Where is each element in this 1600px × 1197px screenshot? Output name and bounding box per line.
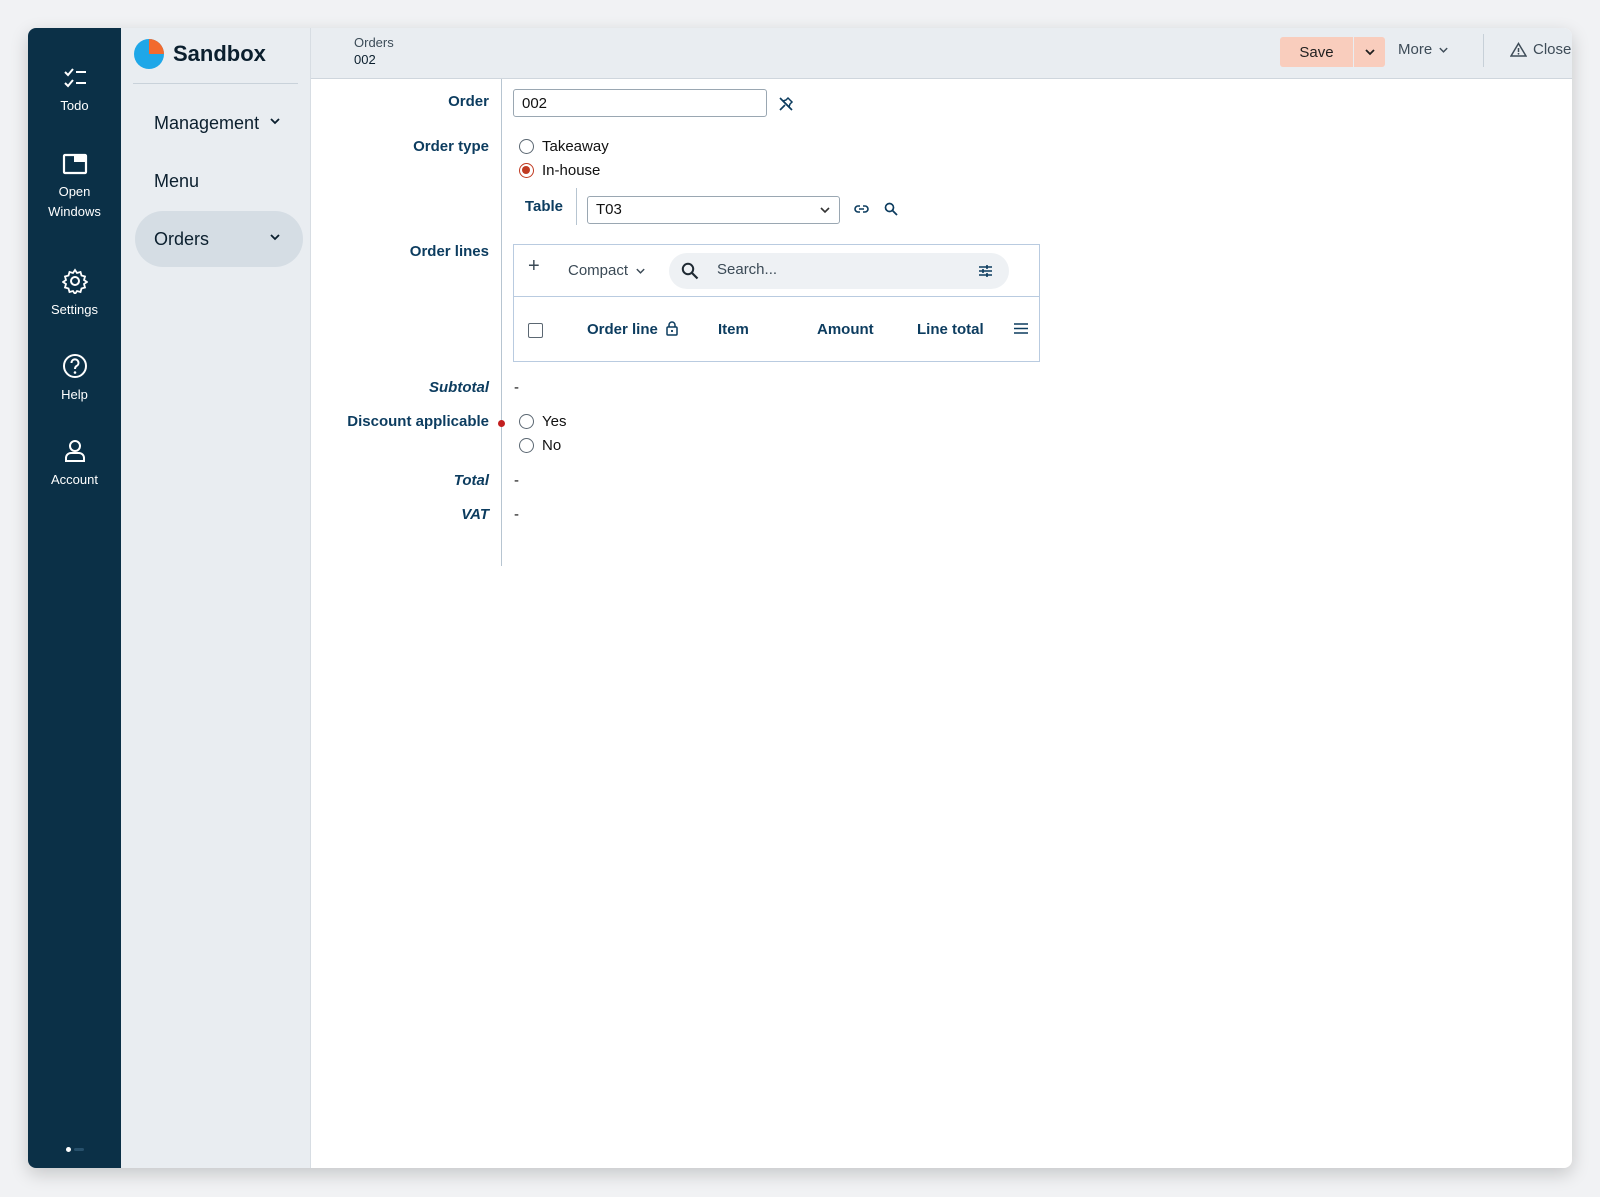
radio-button-selected[interactable] <box>519 163 534 178</box>
order-type-in-house[interactable]: In-house <box>519 162 600 179</box>
order-input[interactable] <box>513 89 767 117</box>
subtotal-label: Subtotal <box>429 379 489 396</box>
radio-label: Yes <box>542 413 567 430</box>
search-icon[interactable] <box>884 202 898 216</box>
column-label: Order line <box>587 321 658 338</box>
brand-logo-icon <box>134 39 164 69</box>
order-type-takeaway[interactable]: Takeaway <box>519 138 609 155</box>
todo-list-icon <box>63 68 86 88</box>
rail-label-todo: Todo <box>60 98 89 113</box>
breadcrumb-current: 002 <box>354 52 376 67</box>
column-amount[interactable]: Amount <box>817 321 874 338</box>
discount-yes[interactable]: Yes <box>519 413 566 430</box>
breadcrumb-parent[interactable]: Orders <box>354 35 394 50</box>
nav-item-label: Management <box>154 112 260 133</box>
user-icon <box>64 440 85 462</box>
chevron-down-icon <box>270 234 280 241</box>
brand-name: Sandbox <box>173 41 266 66</box>
toolbar-divider <box>1483 34 1484 67</box>
grid-toolbar: + Compact <box>514 245 1039 297</box>
table-select-value: T03 <box>596 201 622 218</box>
rail-indicator-dot <box>66 1147 71 1152</box>
chevron-down-icon <box>1439 47 1448 53</box>
order-type-label: Order type <box>413 138 489 155</box>
nav-item-label: Orders <box>154 228 210 249</box>
filter-settings-icon[interactable] <box>978 264 993 278</box>
column-menu-icon[interactable] <box>1014 323 1028 334</box>
grid-header: Order line Item Amount Line total <box>514 297 1039 361</box>
column-line-total[interactable]: Line total <box>917 321 984 338</box>
radio-label: Takeaway <box>542 138 609 155</box>
more-button[interactable]: More <box>1398 41 1449 58</box>
close-label: Close <box>1533 41 1572 58</box>
chevron-down-icon <box>820 207 830 214</box>
rail-label-account: Account <box>51 472 98 487</box>
order-label: Order <box>448 93 489 110</box>
required-indicator <box>498 420 505 427</box>
column-item[interactable]: Item <box>718 321 749 338</box>
window-icon <box>62 153 87 175</box>
nav-item-orders[interactable]: Orders <box>135 211 303 267</box>
rail-indicator-bar <box>74 1148 84 1151</box>
radio-button[interactable] <box>519 414 534 429</box>
rail-label-settings: Settings <box>51 302 98 317</box>
column-order-line[interactable]: Order line <box>587 321 678 338</box>
vat-value: - <box>514 506 519 523</box>
nav-item-management[interactable]: Management <box>135 95 303 151</box>
radio-button[interactable] <box>519 438 534 453</box>
view-mode-label: Compact <box>568 262 629 279</box>
chevron-down-icon <box>1364 49 1375 56</box>
rail-label-help: Help <box>61 387 88 402</box>
close-button[interactable]: Close <box>1510 41 1571 58</box>
brand[interactable]: Sandbox <box>133 36 266 72</box>
table-divider <box>576 188 577 225</box>
order-lines-label: Order lines <box>409 243 489 260</box>
help-circle-icon <box>62 354 87 378</box>
link-icon[interactable] <box>853 202 870 216</box>
total-value: - <box>514 472 519 489</box>
nav-divider <box>133 83 298 84</box>
rail-label-open-windows: Open Windows <box>48 184 101 219</box>
view-mode-dropdown[interactable]: Compact <box>568 262 646 279</box>
rail-item-open-windows[interactable]: Open Windows <box>28 152 121 222</box>
app-window: Todo Open Windows Settings Help Account … <box>28 28 1572 1168</box>
search-icon <box>681 262 699 280</box>
save-options-button[interactable] <box>1354 37 1385 67</box>
vat-label: VAT <box>461 506 489 523</box>
add-row-button[interactable]: + <box>528 255 540 278</box>
rail-item-todo[interactable]: Todo <box>28 66 121 116</box>
radio-label: In-house <box>542 162 601 179</box>
nav-item-menu[interactable]: Menu <box>135 153 303 209</box>
top-bar: Orders 002 Save More Close <box>311 28 1572 79</box>
nav-item-label: Menu <box>154 170 200 191</box>
grid-search-input[interactable] <box>717 261 957 278</box>
form-divider <box>501 79 502 566</box>
more-label: More <box>1398 41 1433 58</box>
discount-no[interactable]: No <box>519 437 561 454</box>
chevron-down-icon <box>636 268 645 274</box>
radio-button[interactable] <box>519 139 534 154</box>
radio-label: No <box>542 437 562 454</box>
gear-icon <box>61 268 88 294</box>
table-label: Table <box>524 198 563 215</box>
order-lines-grid: + Compact Order line <box>513 244 1040 362</box>
unpin-icon[interactable] <box>778 96 794 112</box>
chevron-down-icon <box>270 118 280 125</box>
lock-icon <box>666 321 678 336</box>
rail-item-help[interactable]: Help <box>28 353 121 405</box>
icon-rail: Todo Open Windows Settings Help Account <box>28 28 121 1168</box>
grid-search <box>669 253 1009 289</box>
total-label: Total <box>453 472 489 489</box>
table-select[interactable]: T03 <box>587 196 840 224</box>
warning-icon <box>1510 42 1527 57</box>
subtotal-value: - <box>514 379 519 396</box>
discount-label: Discount applicable <box>347 413 489 430</box>
select-all-checkbox[interactable] <box>528 323 543 338</box>
save-button[interactable]: Save <box>1280 37 1353 67</box>
rail-item-account[interactable]: Account <box>28 438 121 490</box>
nav-panel: Sandbox Management Menu Orders <box>121 28 311 1168</box>
rail-item-settings[interactable]: Settings <box>28 268 121 320</box>
